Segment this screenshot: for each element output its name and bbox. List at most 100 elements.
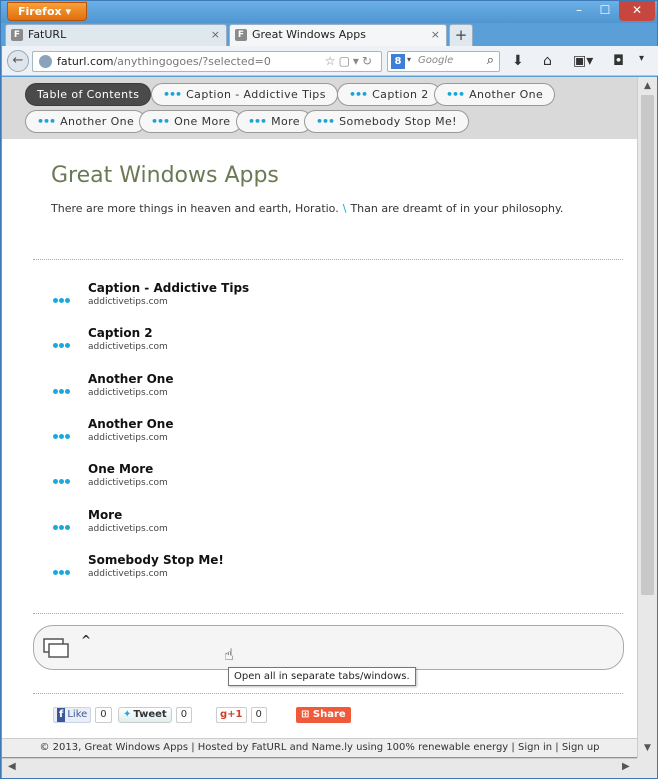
tab-close-icon[interactable]: × — [431, 25, 440, 45]
share-widget[interactable]: ⊞ Share — [296, 707, 351, 723]
url-path: /anythingogoes/?selected=0 — [113, 55, 271, 68]
tweet-button[interactable]: ✦ Tweet — [118, 707, 172, 723]
maximize-button[interactable]: ☐ — [593, 1, 617, 21]
sign-in-link[interactable]: Sign in — [518, 742, 552, 753]
navigation-bar: ← faturl.com/anythingogoes/?selected=0 ☆… — [2, 46, 658, 76]
footer-text: © 2013, Great Windows Apps | Hosted by F… — [39, 742, 515, 753]
minimize-button[interactable]: – — [567, 1, 591, 21]
list-item[interactable]: Caption - Addictive Tips addictivetips.c… — [51, 281, 451, 315]
toc-pill-label: Another One — [469, 88, 544, 101]
pocket-icon[interactable]: ◘ — [613, 53, 624, 69]
tab-close-icon[interactable]: × — [211, 25, 220, 45]
open-windows-icon[interactable] — [43, 638, 69, 658]
item-caption[interactable]: Caption - Addictive Tips — [88, 281, 249, 295]
toc-pill[interactable]: ••• More — [236, 110, 312, 133]
item-caption[interactable]: Somebody Stop Me! — [88, 553, 224, 567]
title-bar: Firefox ▾ – ☐ ✕ — [1, 1, 657, 23]
table-of-contents-bar: Table of Contents ••• Caption - Addictive… — [2, 77, 637, 139]
item-caption[interactable]: One More — [88, 462, 153, 476]
scroll-up-icon[interactable]: ▲ — [638, 79, 657, 93]
google-plus-widget[interactable]: g+1 0 — [216, 707, 267, 723]
caret-up-icon[interactable]: ^ — [81, 633, 91, 647]
dots-icon — [53, 474, 71, 487]
item-caption[interactable]: Another One — [88, 417, 173, 431]
tooltip: Open all in separate tabs/windows. — [228, 667, 416, 686]
page-content: Table of Contents ••• Caption - Addictive… — [2, 77, 637, 738]
search-input[interactable]: Google — [418, 55, 453, 66]
facebook-like-widget[interactable]: f Like 0 — [53, 707, 112, 723]
list-item[interactable]: Caption 2 addictivetips.com — [51, 326, 451, 360]
scroll-down-icon[interactable]: ▼ — [638, 741, 657, 755]
list-item[interactable]: More addictivetips.com — [51, 508, 451, 542]
footer-separator: | — [555, 742, 559, 753]
toc-pill-table-of-contents[interactable]: Table of Contents — [25, 83, 152, 106]
url-bar-icons[interactable]: ☆▢▾↻ — [325, 54, 375, 68]
twitter-bird-icon: ✦ — [123, 709, 132, 720]
toc-pill[interactable]: ••• Another One — [434, 83, 556, 106]
star-icon[interactable]: ☆ — [325, 54, 339, 68]
toc-pill[interactable]: ••• Somebody Stop Me! — [304, 110, 469, 133]
url-bar[interactable]: faturl.com/anythingogoes/?selected=0 ☆▢▾… — [32, 51, 382, 72]
toc-pill[interactable]: ••• Caption 2 — [337, 83, 441, 106]
horizontal-scrollbar[interactable]: ◀ ▶ — [2, 758, 637, 778]
open-all-panel[interactable]: ^ — [33, 625, 624, 670]
share-plus-icon: ⊞ — [301, 709, 310, 720]
dots-icon: ••• — [37, 115, 56, 128]
item-caption[interactable]: More — [88, 508, 122, 522]
search-engine-icon[interactable]: 8 — [391, 54, 405, 69]
firefox-menu-button[interactable]: Firefox ▾ — [7, 2, 87, 21]
dots-icon — [53, 338, 71, 351]
divider — [33, 693, 623, 694]
back-button[interactable]: ← — [7, 50, 29, 72]
scrollbar-corner — [637, 758, 657, 778]
dots-icon — [53, 293, 71, 306]
share-button[interactable]: ⊞ Share — [296, 707, 351, 723]
dropdown-icon[interactable]: ▾ — [353, 54, 362, 68]
reload-icon[interactable]: ↻ — [362, 54, 375, 68]
item-source: addictivetips.com — [88, 433, 168, 443]
close-window-button[interactable]: ✕ — [619, 1, 655, 21]
search-bar[interactable]: 8 ▾ Google ⌕ — [387, 51, 500, 72]
subtitle-part-b: Than are dreamt of in your philosophy. — [350, 202, 564, 215]
item-source: addictivetips.com — [88, 524, 168, 534]
reader-icon[interactable]: ▢ — [339, 54, 353, 68]
list-item[interactable]: Another One addictivetips.com — [51, 417, 451, 451]
tweet-widget[interactable]: ✦ Tweet 0 — [118, 707, 193, 723]
dots-icon: ••• — [248, 115, 267, 128]
list-item[interactable]: One More addictivetips.com — [51, 462, 451, 496]
engine-dropdown-icon[interactable]: ▾ — [407, 55, 411, 64]
back-arrow-icon: ← — [12, 53, 24, 68]
scroll-right-icon[interactable]: ▶ — [622, 761, 630, 772]
list-item[interactable]: Somebody Stop Me! addictivetips.com — [51, 553, 451, 587]
tab-label: Great Windows Apps — [252, 28, 366, 41]
toc-pill-label: Another One — [60, 115, 135, 128]
item-caption[interactable]: Caption 2 — [88, 326, 153, 340]
fb-like-count: 0 — [95, 707, 112, 723]
subtitle-separator: \ — [342, 202, 347, 215]
item-source: addictivetips.com — [88, 388, 168, 398]
dots-icon — [53, 429, 71, 442]
tab-great-windows-apps[interactable]: F Great Windows Apps × — [229, 24, 447, 46]
scrollbar-thumb[interactable] — [641, 95, 654, 595]
home-icon[interactable]: ⌂ — [543, 53, 552, 69]
sign-up-link[interactable]: Sign up — [562, 742, 600, 753]
google-plus-button[interactable]: g+1 — [216, 707, 247, 723]
toc-pill[interactable]: ••• One More — [139, 110, 243, 133]
toc-pill-label: One More — [174, 115, 231, 128]
new-tab-button[interactable]: + — [449, 24, 473, 46]
toc-pill[interactable]: ••• Caption - Addictive Tips — [151, 83, 338, 106]
vertical-scrollbar[interactable]: ▲ ▼ — [637, 77, 657, 758]
overflow-menu-icon[interactable]: ▾ — [639, 53, 644, 64]
facebook-like-button[interactable]: f Like — [53, 707, 92, 723]
divider — [33, 613, 623, 614]
item-caption[interactable]: Another One — [88, 372, 173, 386]
scroll-left-icon[interactable]: ◀ — [8, 761, 16, 772]
toc-pill[interactable]: ••• Another One — [25, 110, 147, 133]
bookmarks-icon[interactable]: ▣▾ — [573, 53, 593, 69]
page-title: Great Windows Apps — [51, 163, 279, 188]
toc-pill-label: More — [271, 115, 300, 128]
list-item[interactable]: Another One addictivetips.com — [51, 372, 451, 406]
tab-faturl[interactable]: F FatURL × — [5, 24, 227, 46]
search-icon[interactable]: ⌕ — [487, 53, 494, 68]
download-icon[interactable]: ⬇ — [512, 53, 524, 69]
